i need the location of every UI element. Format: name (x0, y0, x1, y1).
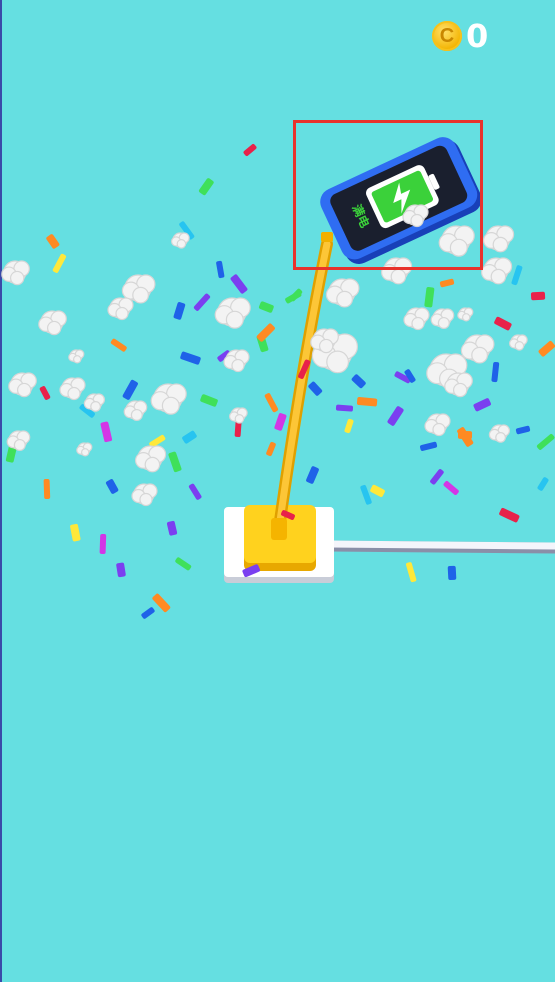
confetti-piece (43, 478, 51, 500)
confetti-piece (285, 291, 302, 304)
coin-count: 0 (466, 17, 489, 55)
confetti-piece (141, 607, 155, 619)
confetti-piece (494, 316, 512, 331)
smoke-puff (83, 393, 106, 412)
confetti-piece (266, 441, 276, 457)
confetti-piece (537, 477, 549, 491)
confetti-piece (439, 278, 455, 288)
smoke-puff (460, 334, 495, 364)
confetti-piece (168, 451, 182, 473)
confetti-piece (424, 286, 435, 308)
confetti-piece (39, 386, 51, 400)
target-highlight-frame (293, 120, 483, 270)
confetti-piece (188, 483, 202, 500)
confetti-piece (447, 565, 457, 581)
confetti-piece (175, 557, 192, 571)
confetti-piece (152, 593, 171, 613)
confetti-piece (166, 520, 178, 536)
confetti-piece (499, 507, 520, 523)
confetti-piece (530, 291, 546, 301)
confetti-piece (70, 523, 81, 542)
smoke-puff (107, 297, 134, 321)
smoke-puff (325, 278, 360, 308)
confetti-piece (356, 397, 378, 407)
smoke-puff (214, 297, 251, 329)
confetti-piece (387, 406, 404, 426)
confetti-piece (200, 394, 218, 407)
confetti-piece (430, 469, 444, 485)
confetti-piece (274, 413, 287, 431)
confetti-piece (536, 434, 555, 450)
smoke-puff (8, 372, 37, 398)
confetti-piece (122, 379, 138, 400)
coin-glyph: C (439, 24, 455, 47)
smoke-puff (424, 413, 451, 437)
confetti-piece (258, 301, 274, 313)
confetti-piece (515, 425, 531, 435)
confetti-piece (419, 441, 438, 451)
smoke-puff (228, 407, 248, 424)
confetti-piece (182, 430, 197, 444)
confetti-piece (473, 398, 491, 412)
smoke-puff (123, 400, 148, 421)
smoke-puff (59, 377, 86, 401)
smoke-puff (170, 232, 190, 249)
confetti-piece (243, 144, 257, 156)
confetti-piece (216, 260, 225, 279)
confetti-piece (306, 466, 319, 484)
smoke-puff (488, 424, 510, 443)
confetti-piece (105, 479, 119, 494)
confetti-piece (116, 562, 126, 578)
confetti-piece (351, 374, 366, 389)
confetti-piece (511, 265, 523, 286)
wall-wire (324, 540, 555, 554)
smoke-puff (6, 430, 31, 451)
confetti-piece (193, 293, 211, 311)
confetti-piece (308, 381, 323, 396)
confetti-piece (110, 338, 127, 352)
confetti-piece (344, 418, 354, 434)
confetti-piece (264, 393, 279, 413)
coin-icon: C (432, 21, 462, 51)
confetti-piece (46, 234, 60, 249)
smoke-puff (1, 260, 30, 286)
smoke-puff (134, 445, 167, 473)
coin-counter: C 0 (432, 18, 488, 54)
confetti-piece (335, 404, 354, 412)
smoke-puff (457, 307, 474, 322)
confetti-piece (180, 351, 201, 365)
smoke-puff (509, 334, 528, 351)
confetti-piece (538, 340, 555, 357)
confetti-piece (100, 421, 113, 443)
confetti-piece (256, 323, 275, 342)
confetti-piece (360, 484, 372, 505)
confetti-piece (443, 481, 459, 495)
smoke-puff (481, 257, 513, 285)
smoke-puff (483, 225, 515, 253)
confetti-piece (230, 274, 248, 294)
smoke-puff (403, 307, 430, 331)
confetti-piece (370, 484, 385, 497)
confetti-piece (406, 562, 417, 583)
smoke-puff (150, 383, 187, 415)
smoke-puff (68, 349, 85, 364)
confetti-piece (198, 178, 214, 196)
confetti-piece (52, 253, 67, 273)
confetti-piece (173, 302, 186, 320)
smoke-puff (38, 310, 67, 336)
smoke-puff (430, 308, 455, 329)
confetti-piece (491, 361, 500, 383)
smoke-puff (76, 442, 93, 457)
smoke-puff (131, 483, 158, 507)
confetti-piece (99, 533, 107, 555)
